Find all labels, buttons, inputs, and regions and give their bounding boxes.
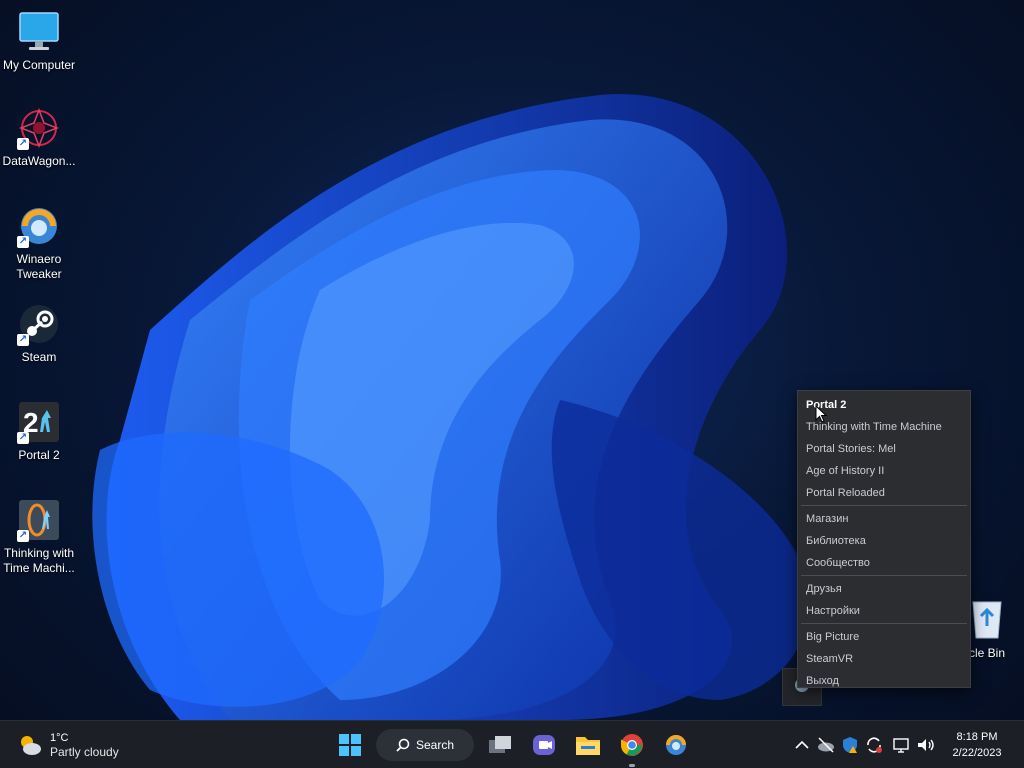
taskbar-clock[interactable]: 8:18 PM 2/22/2023 (942, 729, 1012, 761)
desktop-icon-thinking[interactable]: ↗ Thinking with Time Machi... (0, 498, 78, 576)
desktop-icon-label: Thinking with Time Machi... (3, 546, 75, 575)
search-label: Search (416, 738, 455, 752)
thinking-icon: ↗ (17, 498, 61, 542)
menu-item-portal-stories-mel[interactable]: Portal Stories: Mel (798, 438, 970, 460)
menu-separator (801, 623, 967, 624)
running-indicator (629, 764, 635, 767)
start-button[interactable] (336, 729, 364, 761)
winaero-icon (666, 735, 686, 755)
desktop-icon-label: DataWagon... (2, 154, 76, 168)
shortcut-arrow-icon: ↗ (17, 530, 29, 542)
weather-condition: Partly cloudy (50, 744, 119, 759)
menu-separator (801, 575, 967, 576)
menu-item-library[interactable]: Библиотека (798, 530, 970, 552)
taskbar: 1°C Partly cloudy Search 8:18 PM 2/22/20… (0, 720, 1024, 768)
menu-item-steamvr[interactable]: SteamVR (798, 648, 970, 670)
desktop-icon-steam[interactable]: ↗ Steam (0, 302, 78, 365)
search-icon (396, 738, 410, 752)
folder-icon (576, 737, 600, 755)
onedrive-offline-icon[interactable] (816, 735, 836, 755)
mouse-cursor-icon (815, 405, 827, 423)
shortcut-arrow-icon: ↗ (17, 138, 29, 150)
desktop-icon-portal2[interactable]: 2 ↗ Portal 2 (0, 400, 78, 463)
menu-item-age-of-history[interactable]: Age of History II (798, 460, 970, 482)
menu-item-portal-reloaded[interactable]: Portal Reloaded (798, 482, 970, 504)
task-view-button[interactable] (486, 729, 514, 761)
windows-logo-icon (339, 734, 361, 756)
menu-separator (801, 505, 967, 506)
desktop-icon-label: cle Bin (969, 646, 1006, 660)
desktop-icon-winaero[interactable]: ↗ Winaero Tweaker (0, 204, 78, 282)
chrome-button[interactable] (618, 729, 646, 767)
shortcut-arrow-icon: ↗ (17, 334, 29, 346)
steam-tray-context-menu: Portal 2 Thinking with Time Machine Port… (797, 390, 971, 688)
menu-item-exit[interactable]: Выход (798, 670, 970, 692)
shortcut-arrow-icon: ↗ (17, 236, 29, 248)
winaero-taskbar-button[interactable] (662, 729, 690, 761)
shortcut-arrow-icon: ↗ (17, 432, 29, 444)
recycle-bin-icon (972, 601, 1002, 639)
sync-icon[interactable] (864, 735, 884, 755)
network-icon[interactable] (892, 735, 912, 755)
teams-chat-button[interactable] (530, 729, 558, 761)
menu-item-big-picture[interactable]: Big Picture (798, 626, 970, 648)
portal2-icon: 2 ↗ (17, 400, 61, 444)
weather-widget[interactable]: 1°C Partly cloudy (16, 729, 119, 761)
desktop-icon-datawagon[interactable]: ↗ DataWagon... (0, 106, 78, 169)
menu-item-settings[interactable]: Настройки (798, 600, 970, 622)
desktop-icon-label: Portal 2 (18, 448, 60, 462)
datawagon-icon: ↗ (17, 106, 61, 150)
taskbar-search-box[interactable]: Search (376, 729, 474, 761)
chrome-icon (621, 734, 643, 756)
menu-item-store[interactable]: Магазин (798, 508, 970, 530)
winaero-icon: ↗ (17, 204, 61, 248)
partly-cloudy-icon (21, 736, 41, 755)
menu-item-friends[interactable]: Друзья (798, 578, 970, 600)
steam-icon: ↗ (17, 302, 61, 346)
clock-time: 8:18 PM (956, 731, 998, 743)
desktop-icon-label: Winaero Tweaker (16, 252, 62, 281)
monitor-icon (17, 10, 61, 54)
desktop-icon-label: Steam (21, 350, 57, 364)
desktop-icon-my-computer[interactable]: My Computer (0, 10, 78, 73)
task-view-icon (489, 736, 511, 753)
weather-temperature: 1°C (50, 731, 69, 744)
chevron-up-icon[interactable] (792, 735, 812, 755)
desktop-icon-label: My Computer (2, 58, 76, 72)
menu-item-community[interactable]: Сообщество (798, 552, 970, 574)
file-explorer-button[interactable] (574, 729, 602, 761)
clock-date: 2/22/2023 (952, 747, 1002, 759)
teams-chat-icon (533, 735, 555, 755)
security-shield-icon[interactable] (840, 735, 860, 755)
volume-icon[interactable] (916, 735, 936, 755)
